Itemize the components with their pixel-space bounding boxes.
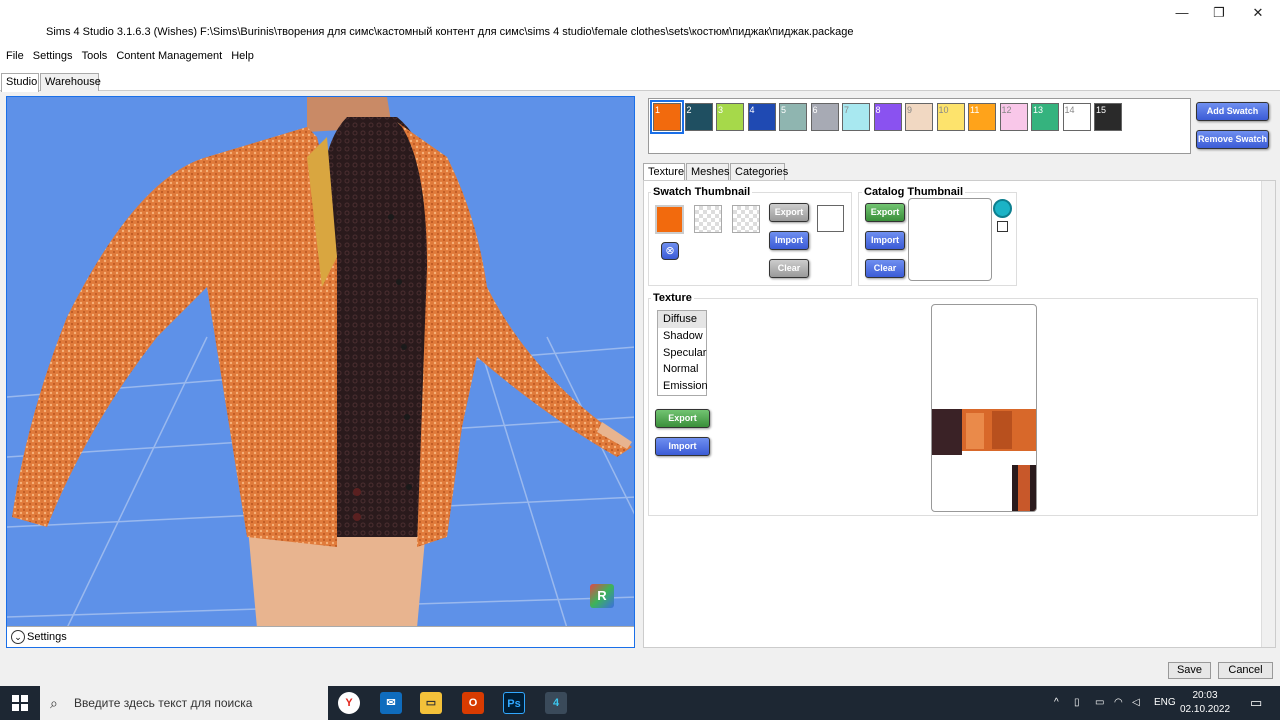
tab-categories[interactable]: Categories: [730, 163, 788, 181]
menu-settings[interactable]: Settings: [33, 48, 73, 64]
swatch-7[interactable]: 7: [842, 103, 870, 131]
texture-import-button[interactable]: Import: [655, 437, 710, 456]
cas-icon[interactable]: [993, 199, 1012, 218]
channel-emission[interactable]: Emission: [658, 378, 708, 395]
channel-specular[interactable]: Specular: [658, 345, 706, 362]
texture-uv-map: [932, 409, 1036, 511]
swatch-export-button[interactable]: Export: [769, 203, 809, 222]
minimize-button[interactable]: —: [1162, 4, 1202, 22]
viewport-settings-bar[interactable]: ⌄ Settings: [7, 626, 634, 647]
taskbar-search[interactable]: ⌕ Введите здесь текст для поиска: [40, 686, 328, 720]
tray-volume-icon[interactable]: ◁: [1132, 686, 1140, 720]
texture-export-button[interactable]: Export: [655, 409, 710, 428]
tray-wifi-icon[interactable]: ◠: [1114, 686, 1123, 720]
tray-language[interactable]: ENG: [1154, 686, 1176, 720]
tray-device-icon[interactable]: ▯: [1074, 686, 1080, 720]
menu-help[interactable]: Help: [231, 48, 254, 64]
catalog-thumbnail-title: Catalog Thumbnail: [862, 186, 965, 198]
catalog-checkbox[interactable]: [997, 221, 1008, 232]
tab-meshes[interactable]: Meshes: [686, 163, 730, 181]
catalog-import-button[interactable]: Import: [865, 231, 905, 250]
search-icon: ⌕: [50, 695, 58, 711]
swatch-6[interactable]: 6: [810, 103, 839, 131]
tab-studio[interactable]: Studio: [1, 73, 39, 92]
swatch-10[interactable]: 10: [936, 103, 965, 131]
swatch-import-button[interactable]: Import: [769, 231, 809, 250]
swatch-8[interactable]: 8: [873, 103, 902, 131]
catalog-export-button[interactable]: Export: [865, 203, 905, 222]
tab-warehouse[interactable]: Warehouse: [40, 73, 101, 91]
chevron-down-icon[interactable]: ⌄: [11, 630, 25, 644]
swatch-9[interactable]: 9: [905, 103, 933, 131]
channel-diffuse[interactable]: Diffuse: [658, 311, 706, 328]
swatch-13[interactable]: 13: [1031, 103, 1059, 131]
windows-taskbar: ⌕ Введите здесь текст для поиска Y ✉ ▭ O…: [0, 686, 1280, 720]
channel-shadow[interactable]: Shadow: [658, 328, 706, 345]
catalog-thumbnail-preview: [908, 198, 992, 281]
notification-icon[interactable]: ▭: [1250, 686, 1262, 720]
content-scrollbar[interactable]: [1261, 181, 1275, 647]
menu-file[interactable]: File: [6, 48, 24, 64]
3d-model-view[interactable]: [7, 97, 635, 629]
swatch-4[interactable]: 4: [747, 103, 776, 131]
mail-icon[interactable]: ✉: [380, 692, 402, 714]
window-title: Sims 4 Studio 3.1.6.3 (Wishes) F:\Sims\B…: [46, 26, 854, 38]
menu-tools[interactable]: Tools: [82, 48, 108, 64]
taskbar-clock[interactable]: 20:03 02.10.2022: [1180, 689, 1230, 717]
settings-label: Settings: [27, 631, 67, 643]
sims4studio-icon[interactable]: 4: [545, 692, 567, 714]
swatch-thumbnail-preview: [817, 205, 844, 232]
3d-viewport[interactable]: R ⌄ Settings: [6, 96, 635, 648]
catalog-clear-button[interactable]: Clear: [865, 259, 905, 278]
close-button[interactable]: ✕: [1238, 4, 1278, 22]
channel-normal[interactable]: Normal: [658, 361, 706, 378]
swatch-15[interactable]: 15: [1094, 103, 1122, 131]
texture-title: Texture: [651, 292, 694, 304]
remove-swatch-color-icon[interactable]: ⊗: [661, 242, 679, 260]
nav-cube-icon[interactable]: R: [590, 584, 614, 608]
swatch-11[interactable]: 11: [968, 103, 996, 131]
windows-start-icon[interactable]: [12, 695, 28, 711]
remove-swatch-button[interactable]: Remove Swatch: [1196, 130, 1269, 149]
swatch-5[interactable]: 5: [779, 103, 807, 131]
swatch-14[interactable]: 14: [1062, 103, 1091, 131]
swatch-thumbnail-title: Swatch Thumbnail: [651, 186, 753, 198]
office-icon[interactable]: O: [462, 692, 484, 714]
restore-button[interactable]: ❐: [1199, 4, 1239, 22]
clock-date: 02.10.2022: [1180, 704, 1231, 715]
texture-channel-list[interactable]: Diffuse Shadow Specular Normal Emission: [657, 310, 708, 396]
swatch-clear-button[interactable]: Clear: [769, 259, 809, 278]
tray-network-icon[interactable]: ▭: [1095, 686, 1104, 720]
dialog-footer: [0, 656, 1280, 686]
search-placeholder: Введите здесь текст для поиска: [74, 696, 253, 710]
clock-time: 20:03: [1192, 690, 1218, 701]
swatch-image-slot-2[interactable]: [732, 205, 760, 233]
menu-content-management[interactable]: Content Management: [116, 48, 222, 64]
texture-preview: [931, 304, 1037, 512]
swatch-1[interactable]: 1: [650, 100, 684, 134]
swatch-12[interactable]: 12: [999, 103, 1028, 131]
swatch-3[interactable]: 3: [716, 103, 744, 131]
yandex-browser-icon[interactable]: Y: [338, 692, 360, 714]
swatch-color-preview[interactable]: [655, 205, 684, 234]
photoshop-icon[interactable]: Ps: [503, 692, 525, 714]
file-explorer-icon[interactable]: ▭: [420, 692, 442, 714]
swatch-2[interactable]: 2: [684, 103, 713, 131]
title-bar: Sims 4 Studio 3.1.6.3 (Wishes) F:\Sims\B…: [0, 0, 1280, 48]
add-swatch-button[interactable]: Add Swatch: [1196, 102, 1269, 121]
cancel-button[interactable]: Cancel: [1218, 662, 1273, 679]
tray-chevron-icon[interactable]: ^: [1054, 686, 1059, 720]
swatch-image-slot-1[interactable]: [694, 205, 722, 233]
menu-bar: File Settings Tools Content Management H…: [0, 48, 1280, 66]
swatch-strip: 1 2 3 4 5 6 7 8 9 10 11 12 13 14 15: [648, 98, 1191, 154]
save-button[interactable]: Save: [1168, 662, 1211, 679]
